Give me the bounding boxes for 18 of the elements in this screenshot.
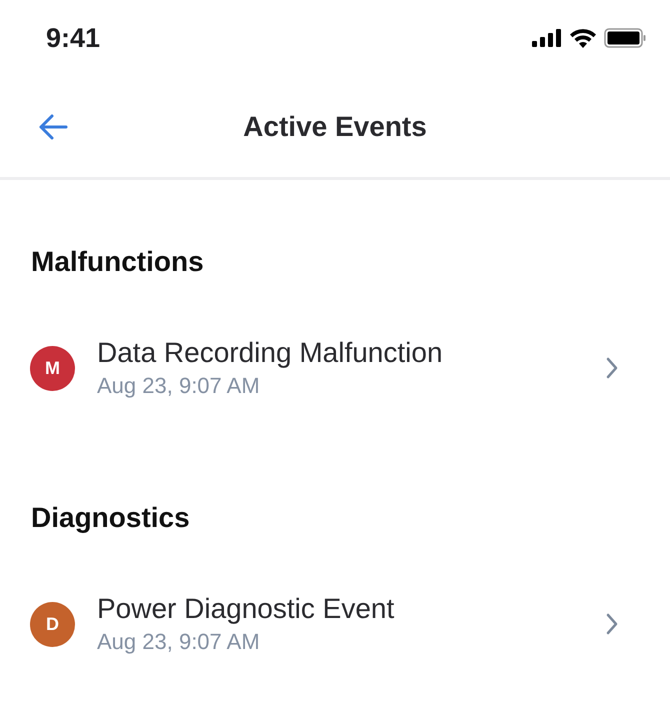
section-heading: Malfunctions <box>30 245 205 279</box>
chevron-icon <box>606 613 618 635</box>
status-time: 9:41 <box>46 22 100 54</box>
signal-icon <box>532 29 562 47</box>
event-row[interactable]: M Data Recording Malfunction Aug 23, 9:07 AM <box>0 328 670 408</box>
event-badge: M <box>30 346 75 390</box>
event-name: Data Recording Malfunction <box>97 336 444 370</box>
battery-icon <box>604 28 646 48</box>
chevron-icon <box>606 357 618 379</box>
event-time: Aug 23, 9:07 AM <box>97 628 261 656</box>
event-name: Power Diagnostic Event <box>97 592 396 626</box>
screen-title: Active Events <box>243 110 427 142</box>
section-heading: Diagnostics <box>30 501 191 535</box>
back-arrow-icon[interactable] <box>38 114 68 140</box>
event-badge: D <box>30 602 75 646</box>
wifi-icon <box>570 28 596 48</box>
event-time: Aug 23, 9:07 AM <box>97 372 261 400</box>
event-row[interactable]: D Power Diagnostic Event Aug 23, 9:07 AM <box>0 584 670 664</box>
